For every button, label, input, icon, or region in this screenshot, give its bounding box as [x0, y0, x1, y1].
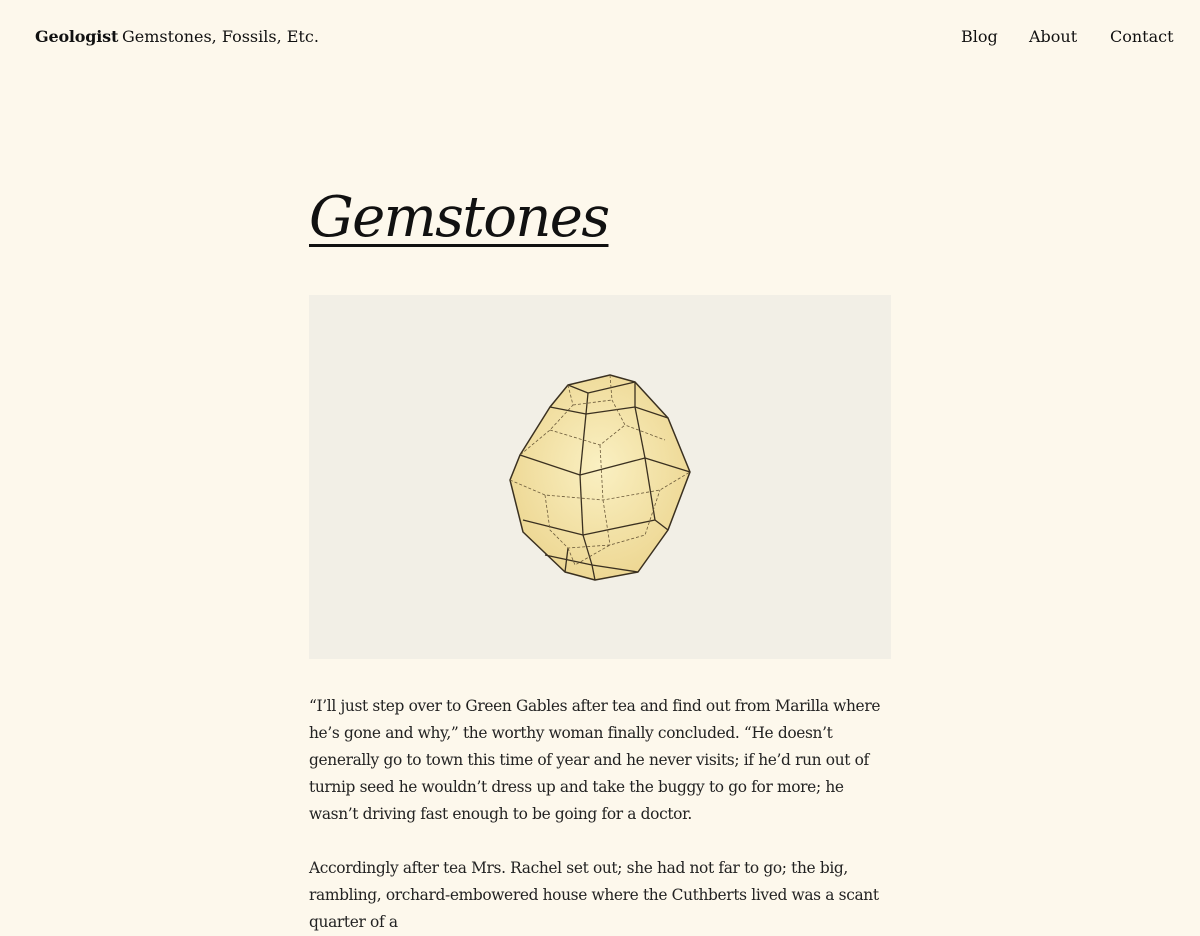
article-paragraph: Accordingly after tea Mrs. Rachel set ou… [309, 859, 879, 931]
nav-about-link[interactable]: About [1029, 27, 1077, 46]
site-tagline: Gemstones, Fossils, Etc. [122, 27, 319, 46]
article-paragraph: “I’ll just step over to Green Gables aft… [309, 697, 881, 823]
gemstone-crystal-icon [509, 374, 691, 581]
page-title[interactable]: Gemstones [309, 185, 610, 250]
nav-contact-link[interactable]: Contact [1110, 27, 1174, 46]
featured-image [309, 295, 891, 659]
site-header: Geologist Gemstones, Fossils, Etc. Blog … [0, 0, 1200, 76]
nav-blog-link[interactable]: Blog [961, 27, 998, 46]
site-title-link[interactable]: Geologist [35, 27, 118, 46]
